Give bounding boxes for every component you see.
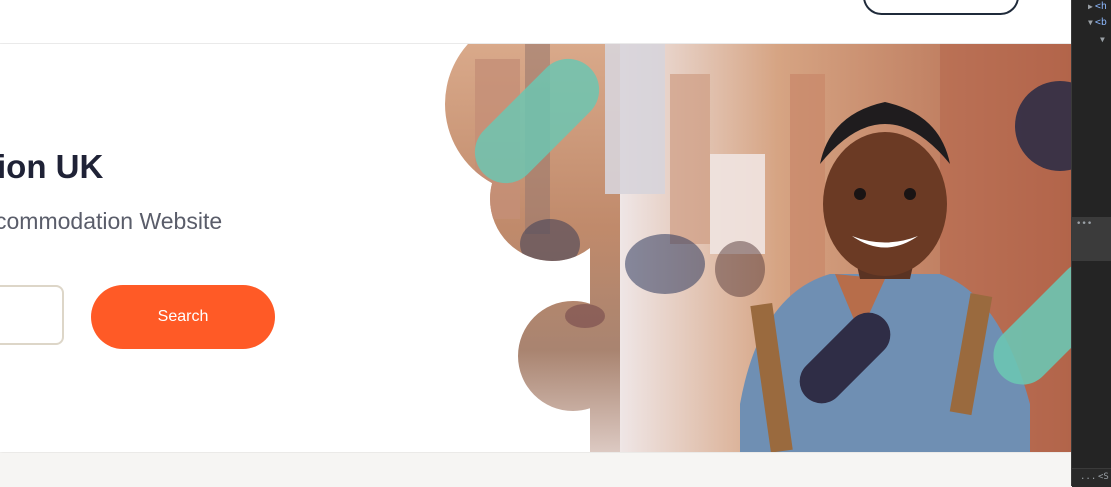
devtools-breadcrumb: ... <S xyxy=(1072,468,1111,487)
search-button[interactable]: Search xyxy=(91,285,275,349)
header-button[interactable] xyxy=(863,0,1019,15)
page-footer-strip xyxy=(0,453,1071,486)
breadcrumb-item[interactable]: <S xyxy=(1098,472,1109,482)
devtools-panel: ▶ <h ▼ <b ▼ ••• ... <S xyxy=(1071,0,1111,487)
site-header xyxy=(0,0,1071,44)
devtools-node[interactable]: ▼ xyxy=(1100,34,1107,45)
collapse-arrow-icon[interactable]: ▼ xyxy=(1100,35,1105,44)
hero-subtitle: commodation Website xyxy=(0,208,223,234)
hero-section: tion UK commodation Website Search xyxy=(0,44,1071,452)
devtools-node[interactable]: ▼ <b xyxy=(1088,17,1107,28)
ellipsis-icon[interactable]: ••• xyxy=(1076,219,1092,229)
expand-arrow-icon[interactable]: ▶ xyxy=(1088,2,1093,11)
breadcrumb-ellipsis[interactable]: ... xyxy=(1080,472,1096,482)
hero-image xyxy=(445,44,1071,452)
hero-title: tion UK xyxy=(0,148,104,185)
search-input[interactable] xyxy=(0,285,64,345)
collapse-arrow-icon[interactable]: ▼ xyxy=(1088,18,1093,27)
devtools-node[interactable]: ▶ <h xyxy=(1088,1,1107,12)
